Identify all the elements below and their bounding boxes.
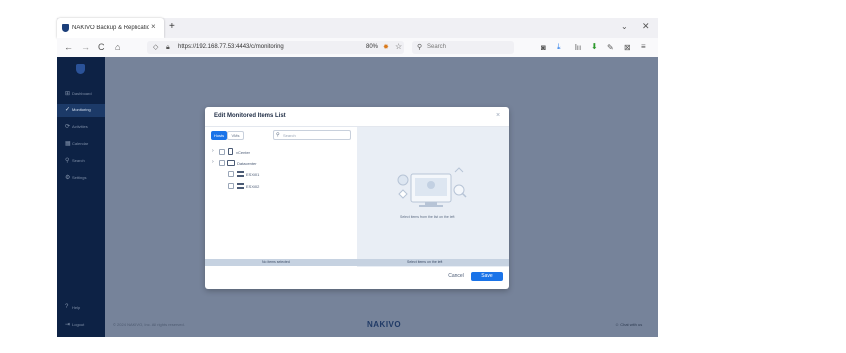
dialog-search-placeholder: Search <box>283 133 296 138</box>
tree-expand-icon[interactable]: › <box>212 159 214 165</box>
tree-checkbox[interactable] <box>228 183 234 189</box>
chat-label: Chat with us <box>620 322 643 327</box>
browser-tab[interactable]: NAKIVO Backup & Replication × <box>57 18 164 38</box>
left-footer-text: No items selected <box>262 260 290 264</box>
sidebar-item-dashboard[interactable]: ⊞ Dashboard <box>57 88 105 101</box>
calendar-icon: ▦ <box>65 141 71 147</box>
logout-icon: ⇥ <box>65 322 71 328</box>
sidebar-item-search[interactable]: ⚲ Search <box>57 155 105 168</box>
search-icon: ⚲ <box>65 158 70 164</box>
help-icon: ? <box>65 304 69 310</box>
sync-icon[interactable]: ⊠ <box>624 44 631 52</box>
browser-search-box[interactable]: ⚲ Search <box>412 41 514 54</box>
sidebar-item-label: Calendar <box>72 141 89 146</box>
search-icon: ⚲ <box>276 132 280 138</box>
forward-icon[interactable]: → <box>81 43 90 52</box>
dashboard-icon: ⊞ <box>65 91 71 97</box>
left-panel-footer: No items selected <box>205 259 357 266</box>
filter-tab-hosts[interactable]: Hosts <box>211 131 227 140</box>
app-logo-icon <box>76 64 85 74</box>
tree-item-label: ESXi02 <box>246 184 260 189</box>
host-icon <box>237 171 244 177</box>
dialog-search-input[interactable]: ⚲ Search <box>273 130 351 140</box>
zoom-level[interactable]: 80% <box>366 44 378 50</box>
activities-icon: ⟳ <box>65 124 71 130</box>
sidebar-item-logout[interactable]: ⇥ Logout <box>57 319 105 332</box>
tree-item-label: ESXi01 <box>246 172 260 177</box>
empty-state-illustration <box>397 167 467 207</box>
tree-checkbox[interactable] <box>228 171 234 177</box>
tree-item-label: Datacenter <box>237 161 257 166</box>
sidebar-item-help[interactable]: ? Help <box>57 302 105 315</box>
dialog-title: Edit Monitored Items List <box>214 113 286 119</box>
library-icon[interactable]: lıı <box>575 44 581 52</box>
footer-copyright: © 2024 NAKIVO, Inc. All rights reserved. <box>113 322 185 327</box>
shield-icon: ◇ <box>153 44 159 51</box>
monitoring-icon: ✓ <box>65 107 71 113</box>
tabs-list-icon[interactable]: ⌄ <box>621 23 628 31</box>
sidebar-item-label: Settings <box>72 175 87 180</box>
chat-icon: ☺ <box>615 322 620 327</box>
sidebar-item-label: Activities <box>72 124 88 129</box>
back-icon[interactable]: ← <box>64 43 73 52</box>
nakivo-favicon-icon <box>62 24 69 32</box>
browser-search-placeholder: Search <box>427 44 447 50</box>
menu-icon[interactable]: ≡ <box>641 43 646 51</box>
new-tab-button[interactable]: + <box>169 22 175 32</box>
footer-brand-logo: NAKIVO <box>367 320 402 329</box>
filter-tab-vms[interactable]: VMs <box>227 131 244 140</box>
tree-checkbox[interactable] <box>219 149 225 155</box>
url-text: https://192.168.77.53:4443/c/monitoring <box>178 44 284 50</box>
tab-close-icon[interactable]: × <box>151 23 156 31</box>
sidebar-item-label: Dashboard <box>72 91 92 96</box>
download-helper-icon[interactable]: ⬇ <box>591 43 598 51</box>
right-panel-footer: Select items on the left <box>357 259 509 266</box>
sidebar-item-label: Search <box>72 158 85 163</box>
sidebar-item-settings[interactable]: ⚙ Settings <box>57 172 105 185</box>
sidebar-item-monitoring[interactable]: ✓ Monitoring <box>57 104 105 117</box>
tab-title: NAKIVO Backup & Replication <box>72 25 149 31</box>
extension-puzzle-icon[interactable]: ✎ <box>607 44 614 52</box>
host-icon <box>237 183 244 189</box>
search-icon: ⚲ <box>417 44 423 51</box>
settings-icon: ⚙ <box>65 175 71 181</box>
empty-state-message: Select items from the list on the left <box>400 215 455 219</box>
bookmark-star-icon[interactable]: ☆ <box>395 43 402 51</box>
folder-icon <box>227 160 235 166</box>
tree-expand-icon[interactable]: › <box>212 148 214 154</box>
cancel-button[interactable]: Cancel <box>445 272 467 281</box>
window-close-icon[interactable]: ✕ <box>642 22 650 31</box>
sidebar-item-label: Help <box>72 305 81 310</box>
url-bar[interactable]: ◇ 🔒︎ https://192.168.77.53:4443/c/monito… <box>147 41 404 54</box>
extension-icon[interactable]: ✸ <box>383 44 389 51</box>
server-icon <box>228 148 233 155</box>
home-icon[interactable]: ⌂ <box>115 43 120 52</box>
save-button[interactable]: Save <box>471 272 503 281</box>
sidebar-item-label: Monitoring <box>72 107 91 112</box>
sidebar-item-activities[interactable]: ⟳ Activities <box>57 121 105 134</box>
reload-icon[interactable]: C <box>98 43 105 52</box>
chat-with-us-link[interactable]: ☺ Chat with us <box>615 322 642 327</box>
dialog-close-icon[interactable]: × <box>496 112 500 119</box>
sidebar-item-calendar[interactable]: ▦ Calendar <box>57 138 105 151</box>
pocket-icon[interactable]: ◙ <box>541 44 546 52</box>
tree-item-label: vCenter <box>236 150 251 155</box>
sidebar-item-label: Logout <box>72 322 85 327</box>
tree-checkbox[interactable] <box>219 160 225 166</box>
right-footer-text: Select items on the left <box>407 260 443 264</box>
downloads-icon[interactable]: ⤓ <box>557 43 561 51</box>
lock-icon: 🔒︎ <box>166 44 170 51</box>
